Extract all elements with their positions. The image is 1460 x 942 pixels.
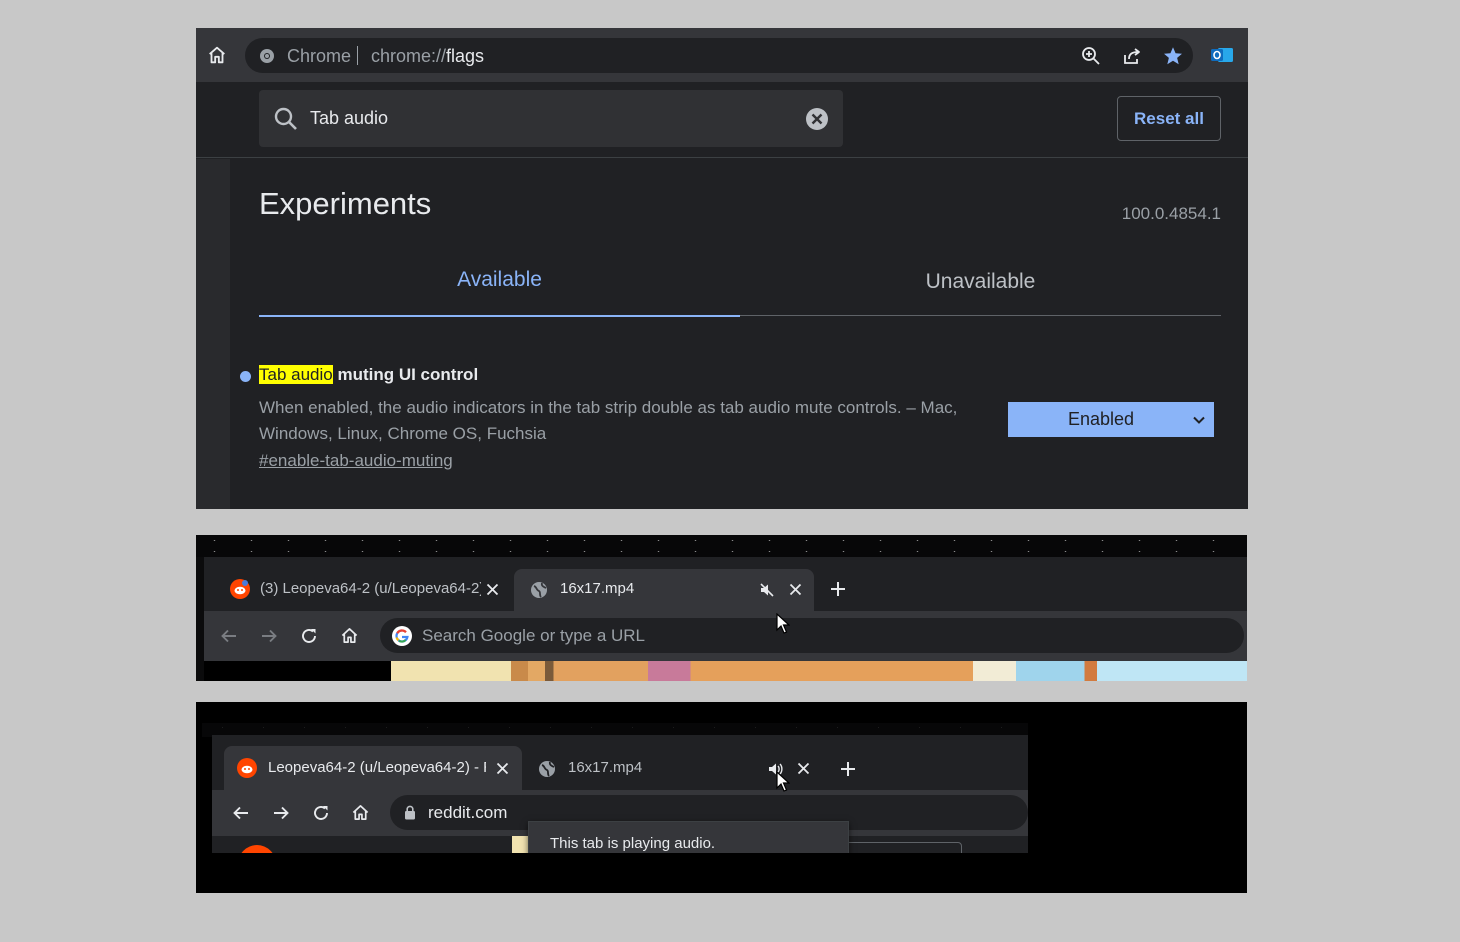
tab-reddit[interactable]: Leopeva64-2 (u/Leopeva64-2) - Reddit <box>224 746 522 790</box>
url-path: flags <box>446 46 485 66</box>
flags-search-input[interactable]: Tab audio <box>259 90 843 147</box>
flag-title: Tab audio muting UI control <box>259 365 478 385</box>
chrome-icon <box>259 48 275 64</box>
bookmark-star-icon[interactable] <box>1162 45 1184 67</box>
navigation-toolbar: Search Google or type a URL <box>204 611 1247 661</box>
back-arrow-icon[interactable] <box>220 627 238 645</box>
browser-toolbar: Chrome chrome://flags <box>196 28 1248 82</box>
tab-title: (3) Leopeva64-2 (u/Leopeva64-2) - Reddit <box>260 580 481 597</box>
chevron-down-icon <box>1192 413 1206 427</box>
omnibox[interactable]: Chrome chrome://flags <box>245 38 1193 73</box>
left-gutter <box>196 159 230 509</box>
flag-description: When enabled, the audio indicators in th… <box>259 398 958 443</box>
browser-frame: (3) Leopeva64-2 (u/Leopeva64-2) - Reddit… <box>204 557 1247 681</box>
wallpaper-strip <box>196 535 1247 557</box>
globe-icon <box>530 581 548 599</box>
mouse-cursor-icon <box>776 771 790 793</box>
reset-all-button[interactable]: Reset all <box>1117 96 1221 141</box>
flags-search-bar: Tab audio Reset all <box>196 82 1248 158</box>
flag-state-select[interactable]: Enabled <box>1008 402 1214 437</box>
tab-video[interactable]: 16x17.mp4 <box>514 569 814 611</box>
omnibox-divider <box>357 46 358 65</box>
new-tab-plus-icon[interactable] <box>830 581 846 597</box>
zoom-icon[interactable] <box>1081 46 1101 66</box>
home-icon[interactable] <box>351 803 370 822</box>
flags-window: Chrome chrome://flags Tab audio Reset al… <box>196 28 1248 509</box>
close-icon[interactable] <box>789 583 802 596</box>
avatar <box>238 845 276 853</box>
site-chip[interactable]: Chrome <box>287 46 351 67</box>
lock-icon[interactable] <box>404 805 416 820</box>
close-icon[interactable] <box>486 583 499 596</box>
version-label: 100.0.4854.1 <box>1121 204 1221 223</box>
tooltip-text: This tab is playing audio. <box>550 835 716 852</box>
omnibox-placeholder: Search Google or type a URL <box>422 626 646 645</box>
google-g-icon <box>392 626 412 646</box>
globe-icon <box>538 760 556 778</box>
omnibox[interactable]: Search Google or type a URL <box>380 618 1244 653</box>
home-icon[interactable] <box>340 626 359 645</box>
flag-anchor-link[interactable]: #enable-tab-audio-muting <box>259 451 453 471</box>
reload-icon[interactable] <box>300 627 318 645</box>
muted-speaker-icon[interactable] <box>759 582 775 598</box>
search-highlight: Tab audio <box>259 365 333 384</box>
page-box <box>832 842 962 853</box>
omnibox-url[interactable]: chrome://flags <box>371 46 484 67</box>
url-prefix: chrome:// <box>371 46 447 66</box>
search-value: Tab audio <box>310 108 389 128</box>
reddit-icon <box>237 758 257 778</box>
browser-screenshot-muted: (3) Leopeva64-2 (u/Leopeva64-2) - Reddit… <box>196 535 1247 681</box>
search-icon <box>273 106 299 132</box>
page-content <box>204 661 1247 681</box>
page-title: Experiments <box>259 186 432 221</box>
home-icon[interactable] <box>206 44 228 66</box>
browser-frame: Leopeva64-2 (u/Leopeva64-2) - Reddit 16x… <box>212 735 1028 853</box>
tab-title: 16x17.mp4 <box>560 580 635 597</box>
omnibox-url: reddit.com <box>428 803 508 822</box>
forward-arrow-icon[interactable] <box>272 804 290 822</box>
clear-search-icon[interactable] <box>805 107 829 131</box>
close-icon[interactable] <box>797 762 810 775</box>
flags-tabs: Available Unavailable <box>259 258 1221 317</box>
tab-hover-tooltip: This tab is playing audio. <box>528 821 849 853</box>
outlook-extension-icon[interactable] <box>1211 45 1233 65</box>
close-icon[interactable] <box>496 762 509 775</box>
share-icon[interactable] <box>1122 46 1142 66</box>
mouse-cursor-icon <box>776 613 790 635</box>
tab-unavailable[interactable]: Unavailable <box>740 258 1221 316</box>
tab-title: Leopeva64-2 (u/Leopeva64-2) - Reddit <box>268 759 486 776</box>
tab-reddit[interactable]: (3) Leopeva64-2 (u/Leopeva64-2) - Reddit <box>224 569 514 609</box>
modified-indicator-dot <box>240 371 251 382</box>
tab-title: 16x17.mp4 <box>568 759 643 776</box>
browser-screenshot-tooltip: Leopeva64-2 (u/Leopeva64-2) - Reddit 16x… <box>196 702 1247 893</box>
back-arrow-icon[interactable] <box>232 804 250 822</box>
flag-title-rest: muting UI control <box>332 365 479 384</box>
forward-arrow-icon[interactable] <box>260 627 278 645</box>
new-tab-plus-icon[interactable] <box>840 761 856 777</box>
reddit-icon <box>230 579 250 599</box>
flag-state-value: Enabled <box>1068 409 1135 429</box>
tab-available[interactable]: Available <box>259 258 740 317</box>
reload-icon[interactable] <box>312 804 330 822</box>
video-frame <box>391 661 1247 681</box>
